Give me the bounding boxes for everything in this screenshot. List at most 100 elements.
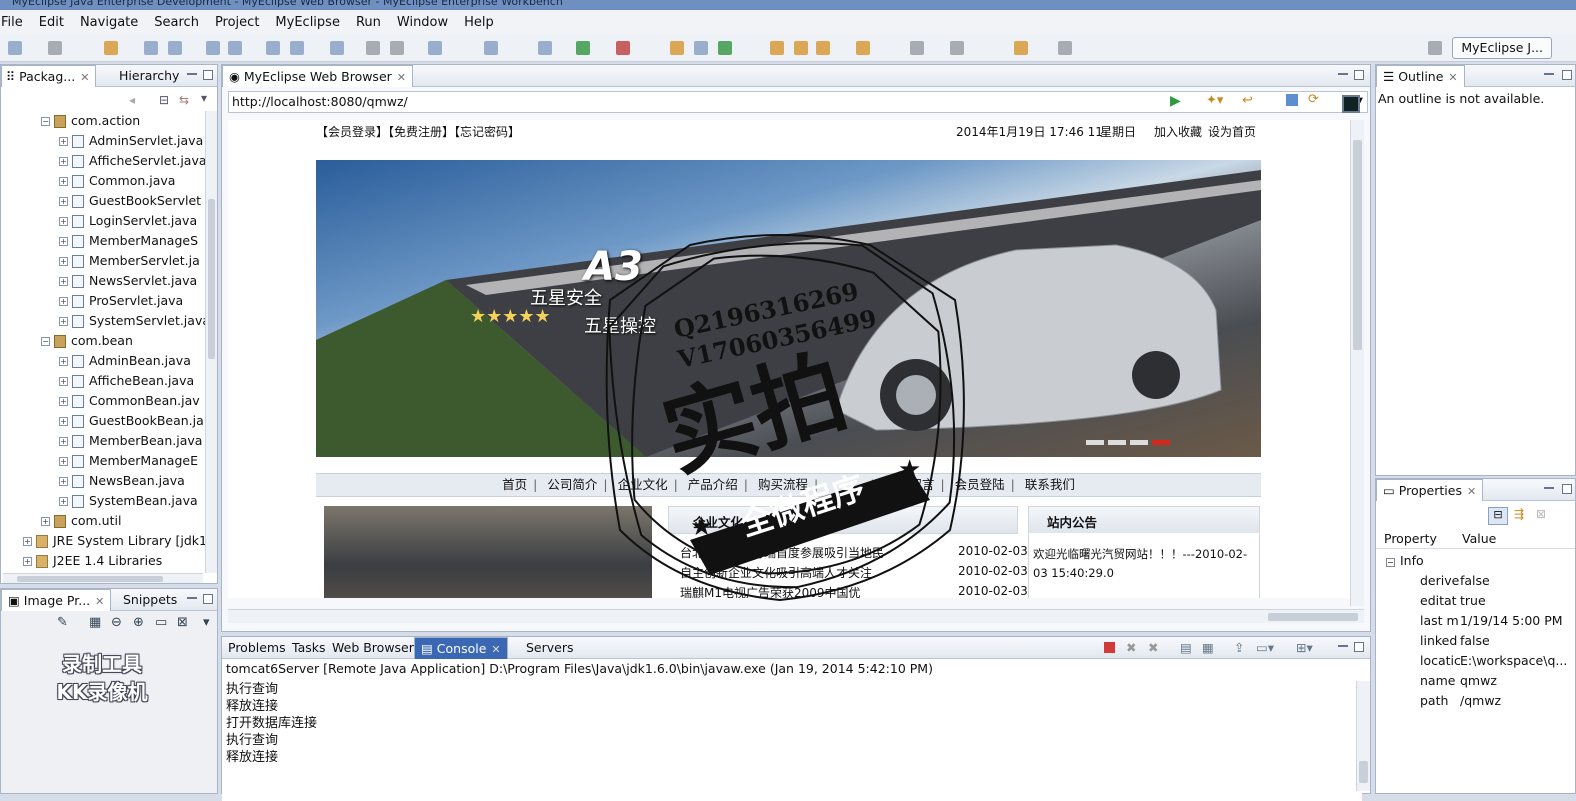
go-icon[interactable]: ▶ (1170, 93, 1181, 109)
tree-vertical-scrollbar[interactable] (205, 111, 217, 573)
property-value[interactable]: false (1460, 573, 1490, 588)
add-favorite-link[interactable]: 加入收藏 (1154, 120, 1202, 144)
web-project-icon[interactable] (206, 41, 220, 55)
console-vertical-scrollbar[interactable] (1356, 681, 1370, 791)
tree-item[interactable]: + MemberServlet.ja (59, 251, 200, 271)
open-type-icon[interactable] (104, 41, 118, 55)
browser-icon[interactable] (330, 41, 344, 55)
tab-hierarchy[interactable]: Hierarchy (113, 65, 185, 87)
remove-launch-icon[interactable]: ✖ (1126, 640, 1136, 655)
property-column[interactable]: Property (1384, 531, 1437, 546)
expand-icon[interactable]: + (59, 357, 68, 366)
display-console-icon[interactable]: ▭▾ (1256, 640, 1274, 655)
property-key[interactable]: last m (1420, 613, 1459, 628)
tree-item[interactable]: − com.action (41, 111, 140, 131)
close-icon[interactable]: ✕ (1448, 71, 1457, 84)
info-group[interactable]: − Info (1386, 553, 1424, 568)
menu-navigate[interactable]: Navigate (79, 15, 139, 30)
minimize-icon[interactable] (1338, 73, 1348, 76)
set-homepage-link[interactable]: 设为首页 (1208, 120, 1256, 144)
property-key[interactable]: editat (1420, 593, 1457, 608)
search-icon[interactable] (856, 41, 870, 55)
debug-icon[interactable] (538, 41, 552, 55)
expand-icon[interactable]: + (23, 557, 32, 566)
scrollbar-thumb[interactable] (1359, 761, 1368, 783)
expand-icon[interactable]: + (59, 137, 68, 146)
back-icon[interactable] (1014, 41, 1028, 55)
forward-icon[interactable] (1058, 41, 1072, 55)
property-key[interactable]: linked (1420, 633, 1457, 648)
tab-snippets[interactable]: Snippets (117, 589, 183, 611)
fit-window-icon[interactable]: ⊠ (177, 615, 188, 630)
tree-item[interactable]: + AfficheBean.java (59, 371, 194, 391)
stop-icon[interactable] (1286, 94, 1298, 106)
tab-web-browser[interactable]: ◉ MyEclipse Web Browser ✕ (222, 65, 413, 87)
zoom-out-icon[interactable]: ⊖ (111, 615, 122, 630)
remove-all-icon[interactable]: ✖ (1148, 640, 1158, 655)
property-key[interactable]: locatic (1420, 653, 1461, 668)
maximize-icon[interactable] (1562, 484, 1572, 494)
console-output[interactable]: 执行查询 释放连接 打开数据库连接 执行查询 释放连接 (222, 681, 1362, 801)
pin-console-icon[interactable]: ⇪ (1234, 640, 1244, 655)
tree-item[interactable]: + JRE System Library [jdk1 (23, 531, 206, 551)
expand-icon[interactable]: + (59, 197, 68, 206)
perspective-button[interactable]: MyEclipse J... (1452, 37, 1552, 59)
menu-project[interactable]: Project (214, 15, 260, 30)
minimize-icon[interactable] (187, 597, 197, 600)
menu-search[interactable]: Search (153, 15, 200, 30)
zoom-in-icon[interactable]: ⊕ (133, 615, 144, 630)
tree-item[interactable]: + J2EE 1.4 Libraries (23, 551, 162, 571)
tree-item[interactable]: − com.bean (41, 331, 133, 351)
property-key[interactable]: name (1420, 673, 1455, 688)
property-value[interactable]: false (1460, 633, 1490, 648)
actual-size-icon[interactable]: ▭ (155, 615, 167, 630)
refresh-icon[interactable] (718, 41, 732, 55)
value-column[interactable]: Value (1462, 531, 1496, 546)
expand-icon[interactable]: + (59, 177, 68, 186)
build-icon[interactable] (144, 41, 158, 55)
expand-icon[interactable]: + (59, 237, 68, 246)
tab-console[interactable]: ▤ Console ✕ (414, 637, 508, 659)
nav-purchase[interactable]: 购买流程 (752, 477, 814, 492)
tree-item[interactable]: + MemberBean.java (59, 431, 202, 451)
browser-settings-icon[interactable] (1342, 95, 1360, 113)
expand-icon[interactable]: + (59, 157, 68, 166)
menu-edit[interactable]: Edit (38, 15, 65, 30)
collapse-icon[interactable]: − (41, 117, 50, 126)
nav-options-icon[interactable]: ✦▾ (1206, 93, 1223, 108)
expand-icon[interactable]: + (59, 297, 68, 306)
collapse-icon[interactable]: − (41, 337, 50, 346)
maximize-icon[interactable] (1354, 70, 1364, 80)
expand-icon[interactable]: + (59, 457, 68, 466)
edit-icon[interactable] (794, 41, 808, 55)
external-tools-icon[interactable] (616, 41, 630, 55)
tree-item[interactable]: + NewsServlet.java (59, 271, 197, 291)
tab-tasks[interactable]: Tasks (286, 637, 332, 659)
news-item[interactable]: 台北国际车展奇瑞首度参展吸引当地民 (680, 544, 884, 561)
minimize-icon[interactable] (1544, 73, 1554, 76)
folder-icon[interactable] (770, 41, 784, 55)
collapse-icon[interactable]: − (1386, 558, 1395, 567)
member-links[interactable]: 【会员登录】【免费注册】【忘记密码】 (316, 125, 520, 139)
next-annotation-icon[interactable] (950, 41, 964, 55)
maximize-icon[interactable] (1562, 70, 1572, 80)
expand-icon[interactable]: + (59, 257, 68, 266)
tree-item[interactable]: + GuestBookServlet (59, 191, 201, 211)
run-icon[interactable] (576, 41, 590, 55)
scroll-lock-icon[interactable]: ▦ (1202, 640, 1214, 655)
image-fit-icon[interactable]: ▦ (89, 615, 101, 630)
nav-login[interactable]: 会员登陆 (949, 477, 1011, 492)
expand-icon[interactable]: + (59, 417, 68, 426)
expand-icon[interactable]: + (41, 517, 50, 526)
news-item[interactable]: 瑞麒M1电视广告荣获2009中国优 (680, 584, 861, 598)
tree-item[interactable]: + AdminBean.java (59, 351, 191, 371)
view-menu-icon[interactable]: ▾ (201, 91, 207, 105)
browser-vertical-scrollbar[interactable] (1350, 120, 1364, 606)
clear-console-icon[interactable]: ▤ (1180, 640, 1192, 655)
server-icon[interactable] (228, 41, 242, 55)
tab-outline[interactable]: ☰ Outline ✕ (1376, 65, 1465, 87)
tree-item[interactable]: + NewsBean.java (59, 471, 185, 491)
tree-item[interactable]: + CommonBean.jav (59, 391, 200, 411)
browser-horizontal-scrollbar[interactable] (228, 609, 1364, 623)
tab-problems[interactable]: Problems (222, 637, 292, 659)
